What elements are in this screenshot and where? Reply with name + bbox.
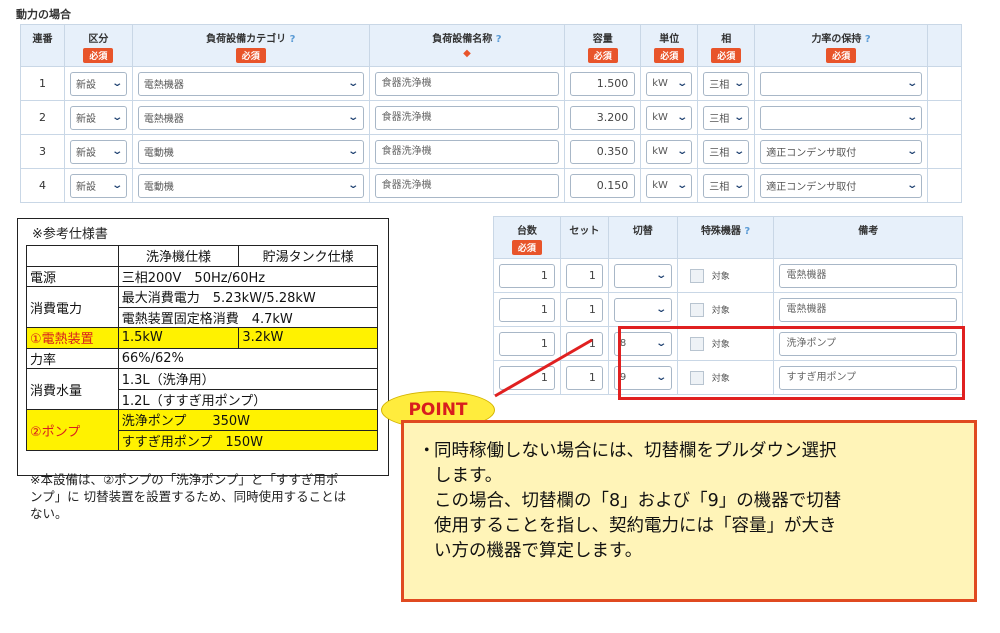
point-explanation: ・ 同時稼働しない場合には、切替欄をプルダウン選択 します。 この場合、切替欄の…: [401, 420, 977, 602]
explain-line: い方の機器で算定します。: [434, 541, 643, 561]
explain-line: します。: [434, 466, 503, 486]
explain-line: 同時稼働しない場合には、切替欄をプルダウン選択: [434, 441, 837, 461]
explain-line: 使用することを指し、契約電力には「容量」が大き: [434, 516, 837, 536]
page: 動力の場合 連番 区分 必須 負荷設備カテゴリ ? 必須 負荷設備名称 ? ◆ …: [0, 0, 1000, 633]
explain-line: この場合、切替欄の「8」および「9」の機器で切替: [434, 491, 842, 511]
bullet-mark: ・: [418, 441, 436, 461]
